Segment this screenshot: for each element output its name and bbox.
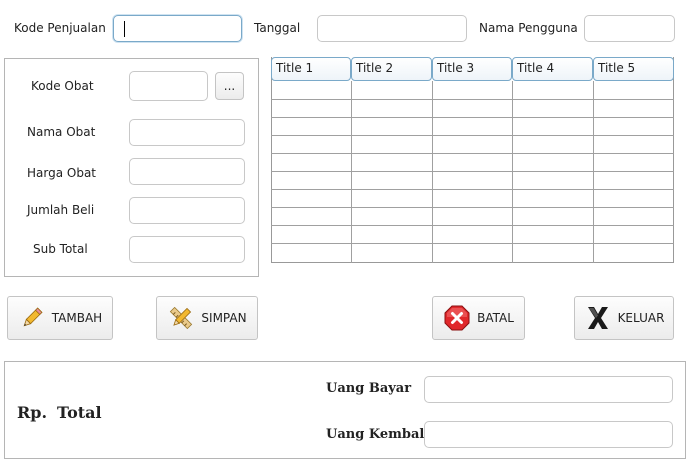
sub-total-label: Sub Total: [33, 242, 88, 256]
pencil-ruler-icon: [167, 304, 195, 332]
uang-kembali-input[interactable]: [424, 421, 673, 448]
black-x-icon: [584, 304, 612, 332]
nama-obat-input[interactable]: [129, 119, 245, 146]
keluar-button[interactable]: KELUAR: [574, 296, 674, 340]
harga-obat-label: Harga Obat: [27, 166, 97, 180]
uang-bayar-label: Uang Bayar: [326, 381, 412, 396]
tambah-label: TAMBAH: [51, 311, 103, 325]
nama-pengguna-label: Nama Pengguna: [479, 21, 578, 35]
kode-penjualan-input[interactable]: [113, 15, 242, 42]
rp-label: Rp.: [17, 403, 48, 422]
keluar-label: KELUAR: [617, 311, 665, 325]
kode-obat-input[interactable]: [129, 71, 208, 101]
kode-penjualan-label: Kode Penjualan: [14, 21, 106, 35]
kode-obat-label: Kode Obat: [31, 79, 94, 93]
column-header-3[interactable]: Title 3: [432, 57, 512, 81]
jumlah-beli-label: Jumlah Beli: [27, 203, 95, 217]
tanggal-input[interactable]: [317, 15, 467, 42]
nama-pengguna-input[interactable]: [584, 15, 675, 42]
table-gridlines: [271, 81, 674, 263]
sub-total-input[interactable]: [129, 236, 245, 263]
batal-label: BATAL: [477, 311, 514, 325]
simpan-button[interactable]: SIMPAN: [156, 296, 258, 340]
browse-obat-button[interactable]: ...: [215, 72, 244, 100]
tambah-button[interactable]: TAMBAH: [7, 296, 113, 340]
items-table[interactable]: [271, 57, 674, 263]
text-caret: [124, 21, 125, 37]
browse-obat-label: ...: [223, 79, 236, 93]
column-header-5[interactable]: Title 5: [593, 57, 674, 81]
pencil-icon: [18, 304, 46, 332]
simpan-label: SIMPAN: [201, 311, 247, 325]
column-header-1[interactable]: Title 1: [271, 57, 351, 81]
batal-button[interactable]: BATAL: [432, 296, 525, 340]
total-value: Total: [57, 403, 102, 422]
table-header: Title 1 Title 2 Title 3 Title 4 Title 5: [271, 57, 674, 81]
uang-bayar-input[interactable]: [424, 376, 673, 403]
uang-kembali-label: Uang Kembali: [326, 427, 430, 442]
column-header-2[interactable]: Title 2: [351, 57, 432, 81]
jumlah-beli-input[interactable]: [129, 197, 245, 224]
harga-obat-input[interactable]: [129, 158, 245, 185]
tanggal-label: Tanggal: [254, 21, 301, 35]
nama-obat-label: Nama Obat: [27, 125, 96, 139]
red-x-octagon-icon: [443, 304, 471, 332]
column-header-4[interactable]: Title 4: [512, 57, 593, 81]
